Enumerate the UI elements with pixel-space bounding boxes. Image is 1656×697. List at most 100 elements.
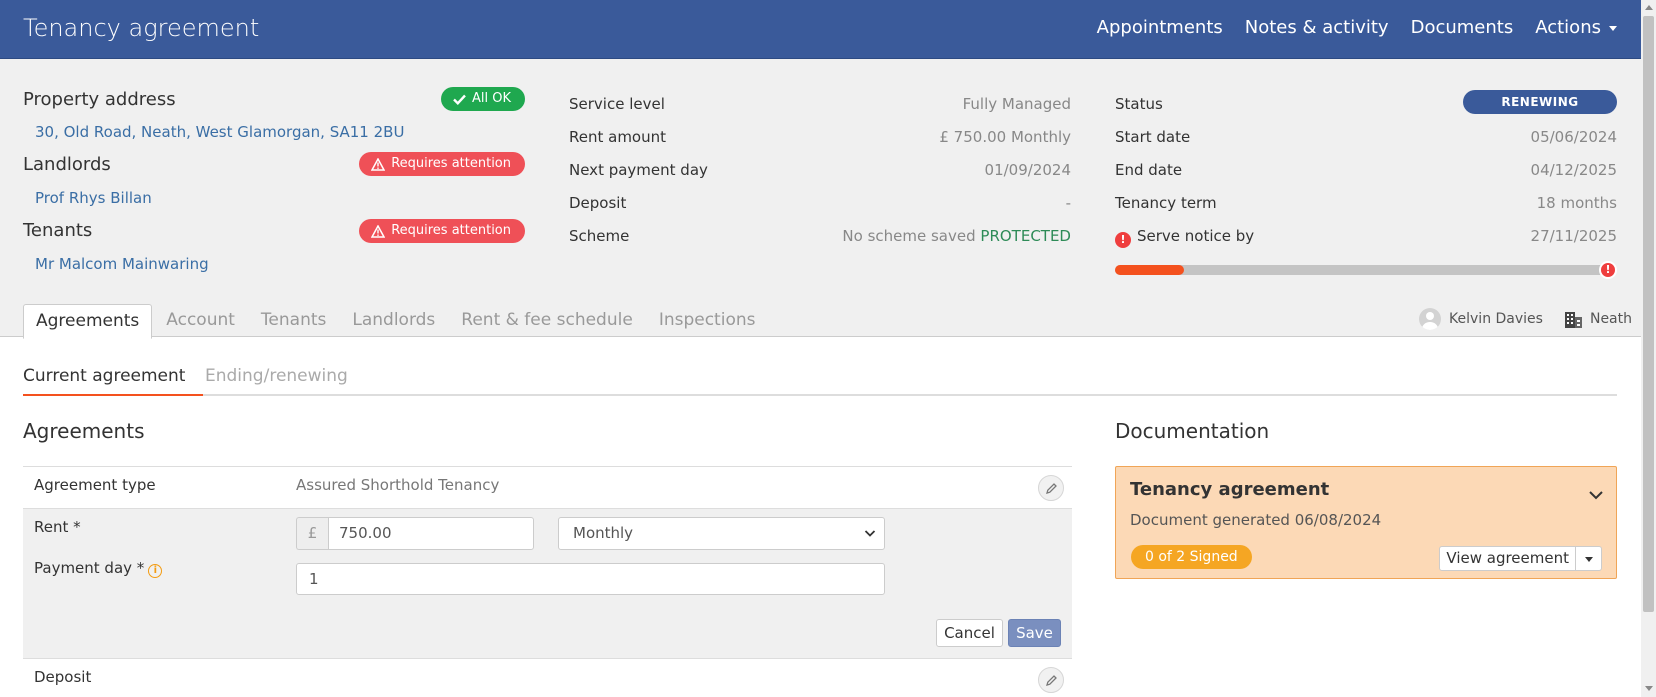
landlords-attention-badge: Requires attention — [359, 152, 525, 176]
rent-amount-value: £ 750.00 Monthly — [939, 128, 1071, 146]
deposit-row: Deposit - — [569, 194, 1071, 216]
property-address-link[interactable]: 30, Old Road, Neath, West Glamorgan, SA1… — [35, 123, 404, 141]
rent-input-group: £ 750.00 — [296, 517, 534, 550]
assignees: Kelvin Davies Neath — [1419, 308, 1632, 330]
edit-deposit-button[interactable] — [1038, 667, 1064, 693]
building-icon — [1564, 312, 1582, 328]
status-label: Status — [1115, 95, 1163, 113]
serve-notice-value: 27/11/2025 — [1530, 227, 1617, 245]
start-date-label: Start date — [1115, 128, 1191, 146]
save-button[interactable]: Save — [1008, 619, 1061, 647]
deposit-label: Deposit — [569, 194, 627, 212]
page-title: Tenancy agreement — [23, 14, 260, 42]
agreement-type-label: Agreement type — [34, 476, 156, 494]
doc-card-title: Tenancy agreement — [1130, 479, 1330, 500]
tenancy-term-row: Tenancy term 18 months — [1115, 194, 1617, 216]
tab-landlords[interactable]: Landlords — [340, 304, 447, 339]
agreement-type-value: Assured Shorthold Tenancy — [296, 476, 500, 494]
chevron-down-icon[interactable] — [1588, 489, 1604, 501]
tenancy-term-value: 18 months — [1536, 194, 1617, 212]
end-date-label: End date — [1115, 161, 1183, 179]
start-date-value: 05/06/2024 — [1530, 128, 1617, 146]
assigned-office-name: Neath — [1589, 311, 1632, 327]
scheme-value: No scheme saved PROTECTED — [842, 227, 1071, 245]
tab-account[interactable]: Account — [154, 304, 247, 339]
nav-documents[interactable]: Documents — [1411, 17, 1514, 38]
rent-label: Rent * — [34, 518, 81, 536]
tenants-title: Tenants — [23, 220, 93, 241]
view-agreement-button[interactable]: View agreement — [1439, 546, 1576, 571]
pencil-icon — [1046, 675, 1057, 686]
nav-actions-label: Actions — [1535, 17, 1601, 38]
signed-badge: 0 of 2 Signed — [1131, 545, 1252, 569]
tenancy-agreement-card[interactable]: Tenancy agreement Document generated 06/… — [1115, 466, 1617, 579]
tenancy-progress-bar: ! — [1115, 261, 1617, 279]
tab-rent-fee-schedule[interactable]: Rent & fee schedule — [449, 304, 645, 339]
tab-agreements[interactable]: Agreements — [23, 304, 153, 339]
scheme-label: Scheme — [569, 227, 630, 245]
rent-frequency-select[interactable]: Monthly — [558, 517, 885, 550]
deposit-section-label: Deposit — [34, 668, 92, 686]
serve-notice-label: Serve notice by — [1137, 227, 1255, 245]
all-ok-badge: All OK — [440, 87, 525, 111]
doc-generated-text: Document generated 06/08/2024 — [1130, 511, 1382, 529]
protected-text: PROTECTED — [980, 227, 1071, 245]
chevron-down-icon — [864, 530, 876, 537]
assigned-office[interactable]: Neath — [1564, 308, 1632, 330]
view-agreement-dropdown[interactable] — [1576, 546, 1602, 571]
deposit-value: - — [1065, 194, 1071, 212]
service-level-label: Service level — [569, 95, 665, 113]
tenancy-summary: Property address All OK 30, Old Road, Ne… — [0, 59, 1641, 337]
subtab-ending-renewing[interactable]: Ending/renewing — [205, 366, 348, 386]
tenant-link[interactable]: Mr Malcom Mainwaring — [35, 255, 209, 273]
edit-agreement-type-button[interactable] — [1038, 475, 1064, 501]
end-date-row: End date 04/12/2025 — [1115, 161, 1617, 183]
pencil-icon — [1046, 483, 1057, 494]
tenants-attention-label: Requires attention — [391, 223, 511, 238]
documentation-heading: Documentation — [1115, 419, 1270, 443]
warning-icon — [371, 157, 386, 171]
rent-input[interactable]: 750.00 — [328, 517, 534, 550]
landlords-attention-label: Requires attention — [391, 156, 511, 171]
cancel-button[interactable]: Cancel — [936, 619, 1003, 647]
rent-amount-label: Rent amount — [569, 128, 667, 146]
start-date-row: Start date 05/06/2024 — [1115, 128, 1617, 150]
progress-alert-icon: ! — [1599, 261, 1617, 279]
next-payment-value: 01/09/2024 — [984, 161, 1071, 179]
scheme-row: Scheme No scheme saved PROTECTED — [569, 227, 1071, 249]
serve-notice-row: ! Serve notice by 27/11/2025 — [1115, 227, 1617, 249]
info-icon[interactable]: i — [148, 564, 163, 578]
nav-notes-activity[interactable]: Notes & activity — [1245, 17, 1389, 38]
nav-actions[interactable]: Actions — [1535, 17, 1617, 38]
assigned-user[interactable]: Kelvin Davies — [1419, 308, 1543, 330]
next-payment-row: Next payment day 01/09/2024 — [569, 161, 1071, 183]
alert-icon: ! — [1115, 232, 1131, 248]
tenants-attention-badge: Requires attention — [359, 219, 525, 243]
scroll-up-icon[interactable] — [1645, 5, 1653, 10]
agreements-heading: Agreements — [23, 419, 145, 443]
agreement-type-row: Agreement type Assured Shorthold Tenancy — [23, 466, 1072, 508]
next-payment-label: Next payment day — [569, 161, 708, 179]
page-scrollbar[interactable] — [1641, 0, 1656, 697]
scrollbar-thumb[interactable] — [1643, 16, 1654, 612]
scroll-down-icon[interactable] — [1645, 686, 1653, 691]
end-date-value: 04/12/2025 — [1530, 161, 1617, 179]
payment-day-input[interactable]: 1 — [296, 563, 885, 595]
caret-down-icon — [1609, 25, 1617, 31]
tab-tenants[interactable]: Tenants — [249, 304, 338, 339]
nav-appointments[interactable]: Appointments — [1097, 17, 1223, 38]
serve-notice-label-wrap: ! Serve notice by — [1115, 227, 1254, 248]
payment-day-label-wrap: Payment day * i — [34, 559, 163, 578]
tab-inspections[interactable]: Inspections — [647, 304, 768, 339]
subtab-current-agreement[interactable]: Current agreement — [23, 366, 203, 396]
payment-day-label: Payment day * — [34, 559, 145, 577]
status-badge: RENEWING — [1463, 90, 1617, 114]
landlord-link[interactable]: Prof Rhys Billan — [35, 189, 152, 207]
warning-icon — [371, 224, 386, 238]
avatar-icon — [1419, 308, 1442, 330]
property-address-title: Property address — [23, 89, 176, 110]
service-level-row: Service level Fully Managed — [569, 95, 1071, 117]
rent-frequency-value: Monthly — [573, 524, 634, 542]
tenancy-progress-fill — [1115, 265, 1185, 275]
header-nav: Appointments Notes & activity Documents … — [1097, 17, 1617, 38]
